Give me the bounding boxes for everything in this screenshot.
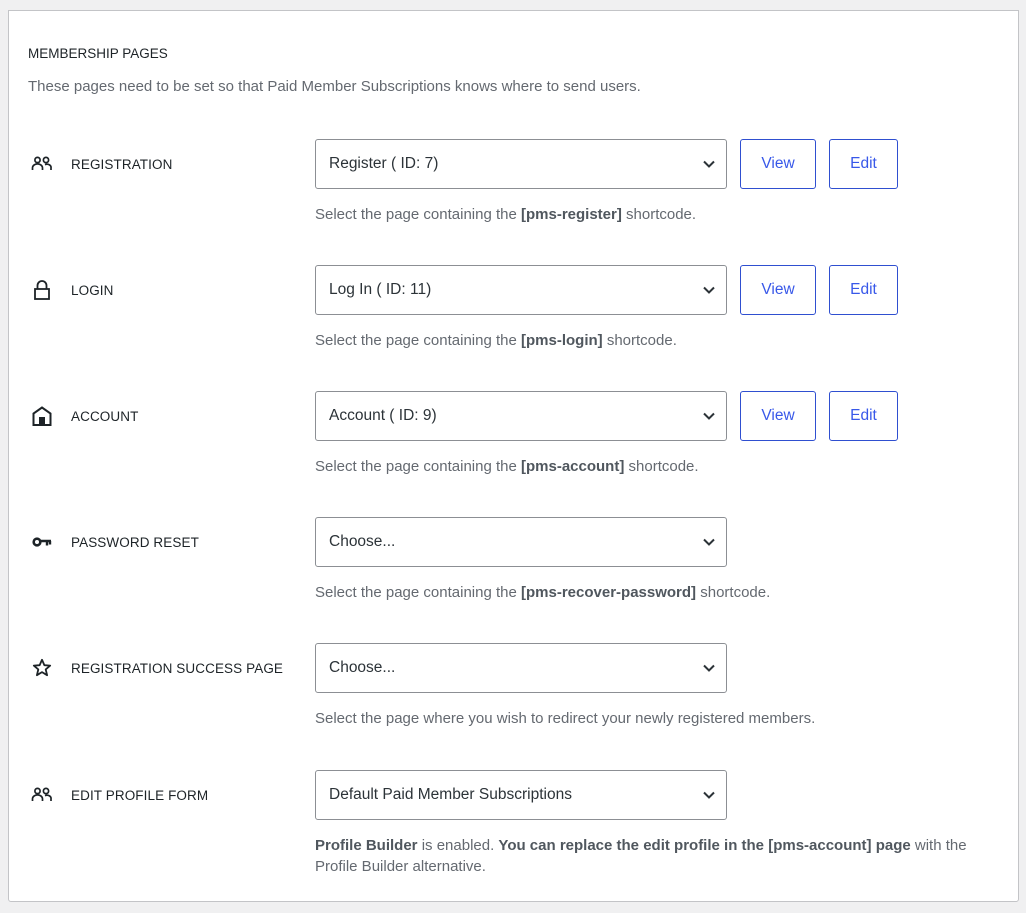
select-value: Account ( ID: 9) xyxy=(329,407,437,424)
help-text-prefix: Select the page containing the xyxy=(315,206,521,223)
key-icon xyxy=(31,531,53,553)
row-label-text: REGISTRATION SUCCESS PAGE xyxy=(71,660,284,676)
login-page-select[interactable]: Log In ( ID: 11) xyxy=(315,265,727,315)
edit-registration-page-button[interactable]: Edit xyxy=(829,139,898,189)
select-value: Log In ( ID: 11) xyxy=(329,281,432,298)
star-icon xyxy=(31,657,53,679)
edit-profile-form-select[interactable]: Default Paid Member Subscriptions xyxy=(315,770,727,820)
view-registration-page-button[interactable]: View xyxy=(740,139,816,189)
section-title: MEMBERSHIP PAGES xyxy=(28,46,168,61)
shortcode: [pms-account] xyxy=(521,458,625,475)
membership-pages-panel: MEMBERSHIP PAGES These pages need to be … xyxy=(8,10,1019,902)
shortcode: [pms-login] xyxy=(521,332,603,349)
help-text: Select the page containing the [pms-reco… xyxy=(315,582,1005,603)
select-value: Choose... xyxy=(329,533,396,550)
help-bold-replace-note: You can replace the edit profile in the … xyxy=(498,837,911,854)
section-description: These pages need to be set so that Paid … xyxy=(28,78,641,95)
registration-success-page-select[interactable]: Choose... xyxy=(315,643,727,693)
help-text: Select the page containing the [pms-acco… xyxy=(315,456,1005,477)
row-label-login: LOGIN xyxy=(31,265,114,315)
setting-row-registration: REGISTRATION Register ( ID: 7) View Edit… xyxy=(9,139,1018,249)
view-login-page-button[interactable]: View xyxy=(740,265,816,315)
shortcode: [pms-register] xyxy=(521,206,622,223)
home-icon xyxy=(31,405,53,427)
row-label-text: REGISTRATION xyxy=(71,156,173,172)
row-label-edit-profile-form: EDIT PROFILE FORM xyxy=(31,770,208,820)
password-reset-page-select[interactable]: Choose... xyxy=(315,517,727,567)
users-icon xyxy=(31,153,53,175)
users-icon xyxy=(31,784,53,806)
help-bold-profile-builder: Profile Builder xyxy=(315,837,418,854)
shortcode: [pms-recover-password] xyxy=(521,584,697,601)
help-text-suffix: shortcode. xyxy=(602,332,677,349)
chevron-down-icon xyxy=(703,286,715,294)
row-label-text: ACCOUNT xyxy=(71,408,139,424)
row-label-password-reset: PASSWORD RESET xyxy=(31,517,199,567)
account-page-select[interactable]: Account ( ID: 9) xyxy=(315,391,727,441)
help-text-prefix: Select the page containing the xyxy=(315,458,521,475)
chevron-down-icon xyxy=(703,160,715,168)
view-account-page-button[interactable]: View xyxy=(740,391,816,441)
help-text: Select the page containing the [pms-logi… xyxy=(315,330,1005,351)
row-label-text: LOGIN xyxy=(71,282,114,298)
help-text-suffix: shortcode. xyxy=(696,584,771,601)
chevron-down-icon xyxy=(703,791,715,799)
row-label-text: EDIT PROFILE FORM xyxy=(71,787,209,803)
edit-login-page-button[interactable]: Edit xyxy=(829,265,898,315)
lock-icon xyxy=(31,279,53,301)
help-text-part: is enabled. xyxy=(417,837,499,854)
help-text-suffix: shortcode. xyxy=(624,458,699,475)
select-value: Choose... xyxy=(329,659,396,676)
select-value: Default Paid Member Subscriptions xyxy=(329,786,572,803)
chevron-down-icon xyxy=(703,538,715,546)
help-text: Select the page containing the [pms-regi… xyxy=(315,204,1005,225)
row-label-registration: REGISTRATION xyxy=(31,139,172,189)
row-label-registration-success: REGISTRATION SUCCESS PAGE xyxy=(31,643,283,693)
edit-account-page-button[interactable]: Edit xyxy=(829,391,898,441)
help-text: Profile Builder is enabled. You can repl… xyxy=(315,835,1005,877)
chevron-down-icon xyxy=(703,664,715,672)
setting-row-login: LOGIN Log In ( ID: 11) View Edit Select … xyxy=(9,265,1018,375)
chevron-down-icon xyxy=(703,412,715,420)
help-text-prefix: Select the page containing the xyxy=(315,332,521,349)
help-text: Select the page where you wish to redire… xyxy=(315,710,816,727)
setting-row-edit-profile-form: EDIT PROFILE FORM Default Paid Member Su… xyxy=(9,770,1018,880)
setting-row-account: ACCOUNT Account ( ID: 9) View Edit Selec… xyxy=(9,391,1018,501)
registration-page-select[interactable]: Register ( ID: 7) xyxy=(315,139,727,189)
row-label-account: ACCOUNT xyxy=(31,391,138,441)
help-text-prefix: Select the page containing the xyxy=(315,584,521,601)
setting-row-registration-success: REGISTRATION SUCCESS PAGE Choose... Sele… xyxy=(9,643,1018,753)
help-text-suffix: shortcode. xyxy=(621,206,697,223)
setting-row-password-reset: PASSWORD RESET Choose... Select the page… xyxy=(9,517,1018,627)
row-label-text: PASSWORD RESET xyxy=(71,534,199,550)
select-value: Register ( ID: 7) xyxy=(329,155,439,172)
